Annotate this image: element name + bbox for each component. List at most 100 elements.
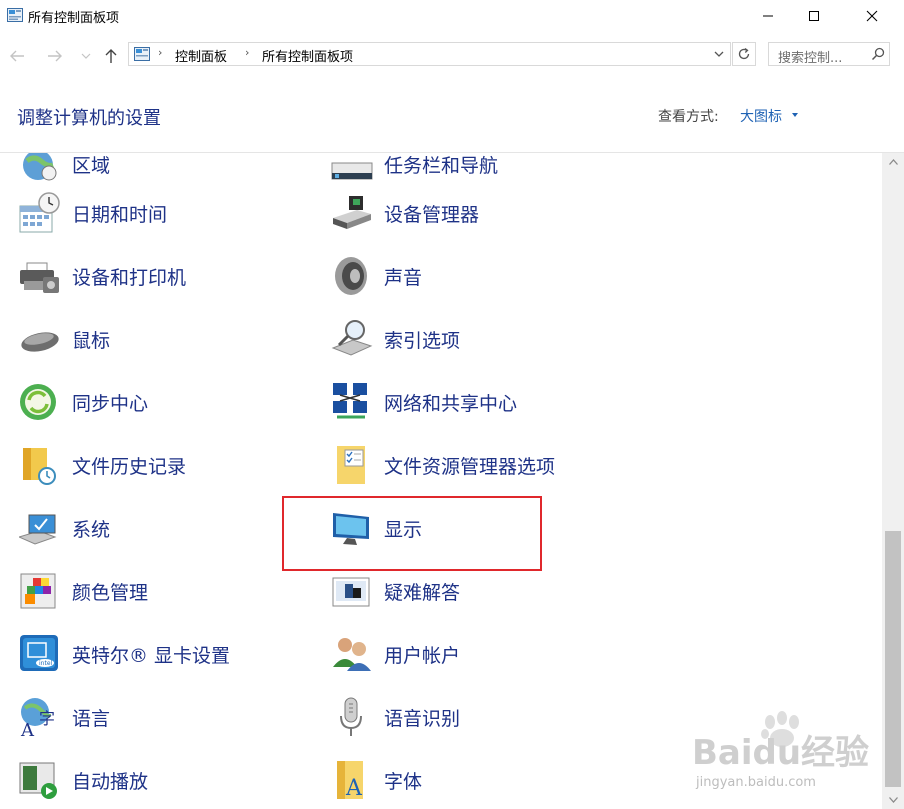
svg-text:intel: intel [39, 660, 53, 667]
svg-text:A: A [345, 776, 363, 801]
view-by-label: 查看方式: [658, 109, 719, 125]
minimize-button[interactable] [745, 0, 791, 31]
fonts-icon: A [337, 761, 363, 801]
item-label: 英特尔® 显卡设置 [72, 645, 231, 667]
scroll-up-button[interactable] [882, 153, 904, 171]
file-history-icon [23, 448, 56, 485]
highlight-box [282, 496, 542, 571]
item-sound[interactable]: 声音 [331, 251, 571, 301]
item-label: 文件历史记录 [72, 456, 187, 478]
item-label: 用户帐户 [384, 645, 461, 667]
search-box[interactable]: 搜索控制... [768, 42, 890, 66]
item-autoplay[interactable]: 自动播放 [19, 755, 259, 805]
breadcrumb-all-items[interactable]: 所有控制面板项 [262, 46, 353, 65]
chevron-down-icon[interactable] [712, 47, 726, 61]
item-label: 设备和打印机 [72, 267, 187, 289]
device-manager-icon [333, 196, 371, 229]
color-management-icon [20, 573, 56, 609]
svg-text:字: 字 [39, 709, 55, 728]
control-panel-icon [7, 8, 23, 22]
indexing-icon [331, 320, 373, 356]
chevron-down-icon [81, 53, 91, 59]
item-color-management[interactable]: 颜色管理 [19, 566, 259, 616]
item-label: 语音识别 [384, 708, 461, 730]
item-label: 网络和共享中心 [384, 393, 518, 415]
item-taskbar-navigation[interactable]: 任务栏和导航 [331, 153, 571, 189]
item-folder-options[interactable]: 文件资源管理器选项 [331, 440, 571, 490]
window-title: 所有控制面板项 [28, 11, 120, 26]
date-time-icon [19, 192, 60, 233]
recent-locations-button[interactable] [76, 46, 96, 66]
item-devices-printers[interactable]: 设备和打印机 [19, 251, 259, 301]
item-user-accounts[interactable]: 用户帐户 [331, 629, 571, 679]
item-mouse[interactable]: 鼠标 [19, 314, 259, 364]
item-label: 字体 [384, 771, 423, 793]
refresh-button[interactable] [732, 42, 756, 66]
region-icon [23, 153, 57, 181]
item-sync-center[interactable]: 同步中心 [19, 377, 259, 427]
maximize-icon [809, 10, 819, 21]
svg-text:A: A [20, 720, 35, 738]
intel-graphics-icon: intel [20, 635, 58, 671]
autoplay-icon [19, 762, 57, 799]
item-language[interactable]: A 字 语言 [19, 692, 259, 742]
taskbar-icon [331, 162, 373, 180]
scroll-thumb[interactable] [885, 531, 901, 787]
forward-button[interactable] [45, 46, 65, 66]
up-button[interactable] [101, 46, 121, 66]
arrow-left-icon [10, 50, 24, 62]
item-label: 疑难解答 [384, 582, 461, 604]
chevron-up-icon [888, 159, 898, 165]
maximize-button[interactable] [791, 0, 837, 31]
language-icon: A 字 [20, 698, 55, 738]
address-bar[interactable]: › 控制面板 › 所有控制面板项 [128, 42, 731, 66]
item-intel-graphics[interactable]: intel 英特尔® 显卡设置 [19, 629, 259, 679]
item-label: 声音 [384, 267, 423, 289]
item-label: 系统 [72, 519, 111, 541]
scroll-down-button[interactable] [882, 791, 904, 809]
view-by-dropdown[interactable]: 大图标 [740, 106, 782, 126]
microphone-icon [340, 697, 362, 736]
chevron-right-icon: › [245, 46, 250, 59]
arrow-right-icon [48, 50, 62, 62]
item-label: 设备管理器 [384, 204, 480, 226]
user-accounts-icon [333, 638, 371, 671]
back-button[interactable] [7, 46, 27, 66]
vertical-scrollbar[interactable] [882, 153, 904, 809]
item-label: 语言 [72, 708, 111, 730]
system-icon [19, 514, 57, 545]
arrow-up-icon [105, 49, 117, 63]
item-region[interactable]: 区域 [19, 153, 259, 189]
baidu-watermark: Baidu经验 jingyan.baidu.com [692, 711, 869, 790]
item-label: 索引选项 [384, 330, 461, 352]
mouse-icon [21, 332, 59, 352]
refresh-icon [738, 47, 750, 60]
item-label: 区域 [72, 155, 111, 177]
title-bar: 所有控制面板项 [0, 0, 904, 32]
item-troubleshooting[interactable]: 疑难解答 [331, 566, 571, 616]
item-speech-recognition[interactable]: 语音识别 [331, 692, 571, 742]
item-label: 日期和时间 [72, 204, 168, 226]
printer-icon [20, 262, 59, 293]
item-indexing-options[interactable]: 索引选项 [331, 314, 571, 364]
item-date-time[interactable]: 日期和时间 [19, 188, 259, 238]
item-system[interactable]: 系统 [19, 503, 259, 553]
item-fonts[interactable]: A 字体 [331, 755, 571, 805]
control-panel-icon [134, 47, 150, 61]
watermark-url: jingyan.baidu.com [695, 775, 816, 790]
troubleshooting-icon [332, 577, 370, 607]
item-label: 文件资源管理器选项 [384, 456, 556, 478]
network-icon [333, 383, 367, 419]
close-icon [866, 10, 878, 21]
speaker-icon [335, 257, 367, 295]
breadcrumb-control-panel[interactable]: 控制面板 [175, 46, 227, 65]
item-label: 自动播放 [72, 771, 149, 793]
item-label: 同步中心 [72, 393, 149, 415]
minimize-icon [763, 15, 773, 16]
item-file-history[interactable]: 文件历史记录 [19, 440, 259, 490]
item-label: 任务栏和导航 [384, 155, 499, 177]
item-network-sharing[interactable]: 网络和共享中心 [331, 377, 571, 427]
caret-down-icon[interactable] [792, 113, 798, 117]
item-device-manager[interactable]: 设备管理器 [331, 188, 571, 238]
close-button[interactable] [849, 0, 895, 31]
